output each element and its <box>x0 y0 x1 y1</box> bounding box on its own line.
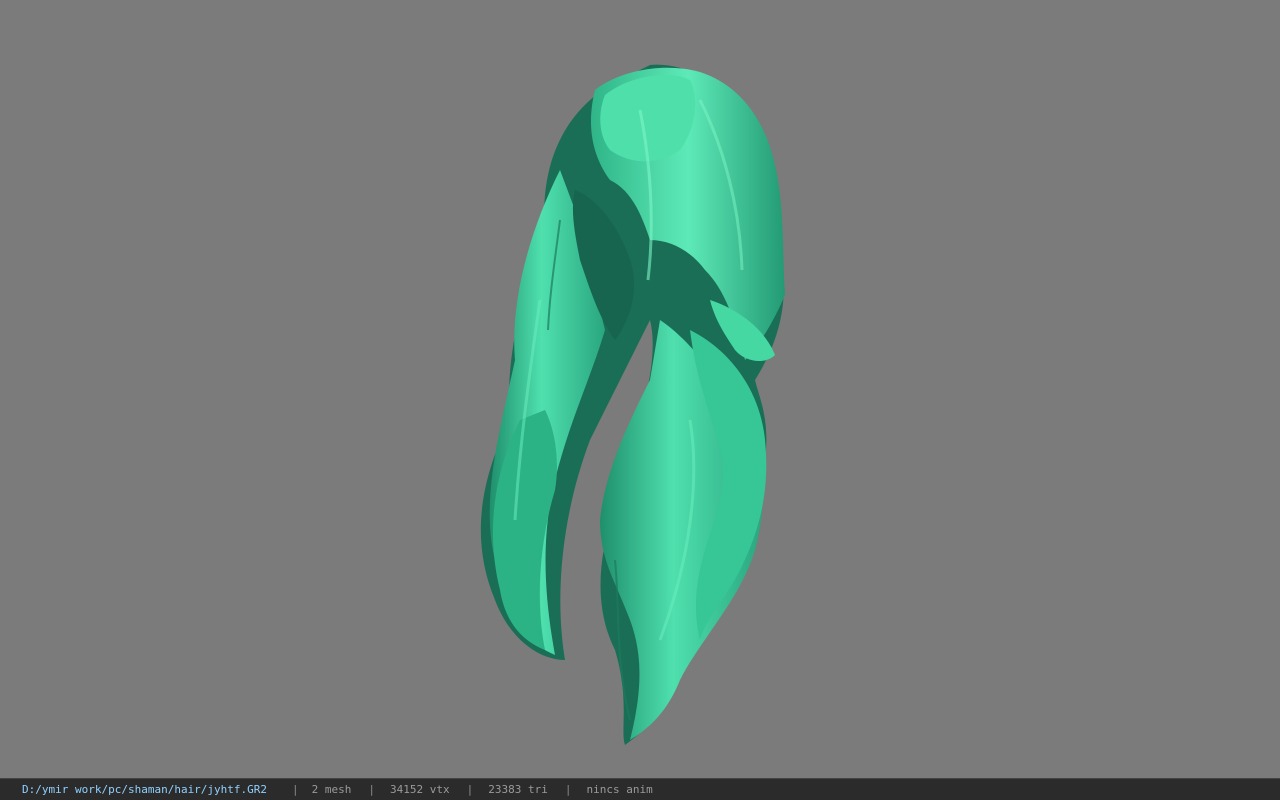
status-bar: D:/ymir work/pc/shaman/hair/jyhtf.GR2 | … <box>0 778 1280 800</box>
hair-model <box>480 64 785 745</box>
file-path: D:/ymir work/pc/shaman/hair/jyhtf.GR2 <box>22 783 268 796</box>
mesh-count: 2 mesh <box>311 783 352 796</box>
separator: | <box>368 783 376 796</box>
separator: | <box>564 783 572 796</box>
anim-status: nincs anim <box>586 783 653 796</box>
separator: | <box>292 783 299 796</box>
vertex-count: 34152 vtx <box>390 783 450 796</box>
separator: | <box>466 783 474 796</box>
triangle-count: 23383 tri <box>488 783 548 796</box>
3d-viewport[interactable] <box>0 0 1280 778</box>
